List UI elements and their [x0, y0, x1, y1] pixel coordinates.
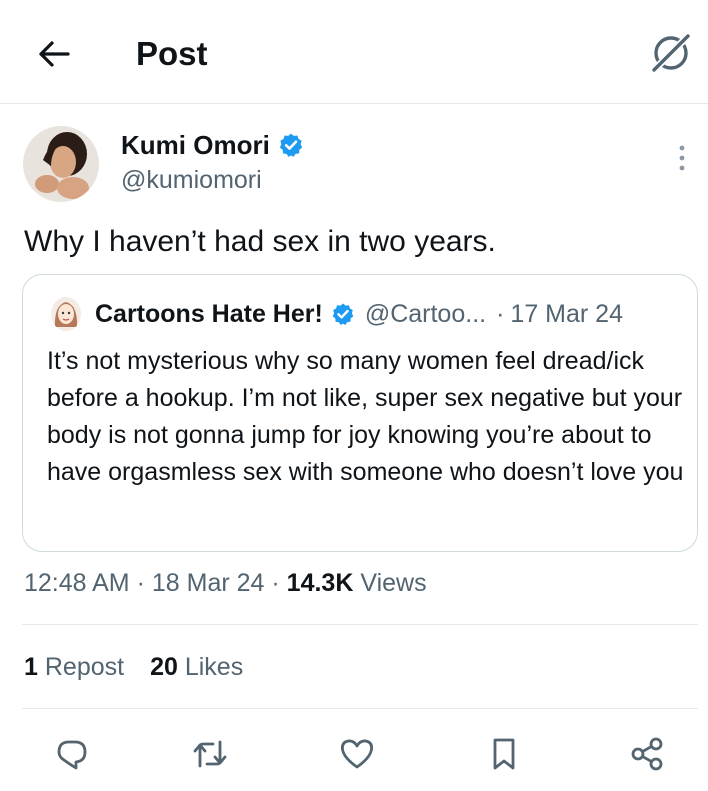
quoted-author-avatar[interactable]	[51, 297, 81, 331]
quoted-post-header: Cartoons Hate Her! @Cartoo... · 17 Mar 2…	[95, 297, 623, 331]
quoted-post-date: 17 Mar 24	[510, 299, 623, 328]
arrow-left-icon	[39, 41, 70, 67]
views-label[interactable]: Views	[360, 569, 426, 597]
quoted-post-text: It’s not mysterious why so many women fe…	[47, 347, 684, 486]
post-detail-screen: Post Kumi Omori @kumiomori Why I haven’t…	[0, 0, 708, 791]
quoted-author-name[interactable]: Cartoons Hate Her!	[95, 300, 323, 329]
quoted-separator: ·	[496, 299, 505, 328]
verified-badge-icon	[279, 133, 302, 157]
quoted-post-card[interactable]: Cartoons Hate Her! @Cartoo... · 17 Mar 2…	[22, 274, 698, 552]
bookmark-button[interactable]	[484, 734, 524, 774]
reposts-stat[interactable]: 1 Repost	[24, 650, 124, 684]
post-text: Why I haven’t had sex in two years.	[24, 225, 496, 258]
top-bar: Post	[0, 0, 708, 104]
reposts-label: Repost	[44, 653, 125, 681]
verified-badge-icon	[332, 303, 354, 325]
post-date: 18 Mar 24	[151, 569, 265, 597]
post-time: 12:48 AM	[24, 569, 130, 597]
like-icon	[340, 739, 374, 769]
reply-icon	[57, 740, 87, 770]
grok-icon	[652, 34, 690, 72]
author-name[interactable]: Kumi Omori	[121, 128, 270, 162]
quoted-author-handle[interactable]: @Cartoo...	[365, 300, 486, 329]
bookmark-icon	[493, 738, 515, 770]
more-vertical-icon	[679, 145, 685, 171]
back-button[interactable]	[34, 34, 74, 74]
author-avatar[interactable]	[23, 126, 99, 202]
author-name-row[interactable]: Kumi Omori	[121, 128, 304, 162]
like-button[interactable]	[337, 734, 377, 774]
meta-separator: ·	[271, 569, 280, 597]
likes-label: Likes	[184, 653, 244, 681]
meta-separator: ·	[136, 569, 145, 597]
likes-count: 20	[150, 653, 178, 681]
repost-button[interactable]	[190, 734, 230, 774]
post-meta: 12:48 AM · 18 Mar 24 · 14.3K Views	[24, 566, 427, 600]
share-button[interactable]	[627, 734, 667, 774]
likes-stat[interactable]: 20 Likes	[150, 650, 243, 684]
reply-button[interactable]	[52, 734, 92, 774]
author-handle[interactable]: @kumiomori	[121, 163, 262, 197]
post-stats: 1 Repost 20 Likes	[24, 650, 243, 684]
repost-icon	[193, 740, 227, 768]
more-options-button[interactable]	[668, 140, 696, 176]
divider	[22, 624, 698, 625]
views-count[interactable]: 14.3K	[287, 569, 354, 597]
grok-button[interactable]	[648, 30, 694, 76]
reposts-count: 1	[24, 653, 38, 681]
page-title: Post	[136, 35, 208, 72]
share-icon	[631, 737, 663, 771]
divider	[22, 708, 698, 709]
action-bar	[0, 728, 708, 780]
